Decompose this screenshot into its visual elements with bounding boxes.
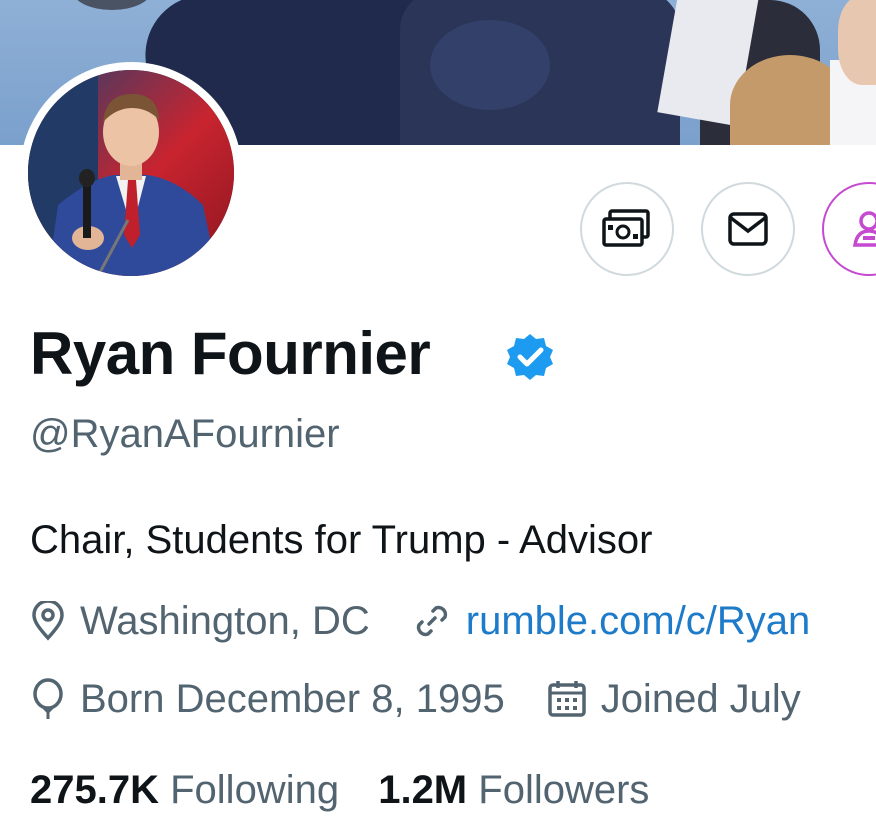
tip-button[interactable] [580, 182, 674, 276]
avatar[interactable] [20, 62, 242, 284]
followers-label: Followers [478, 768, 650, 812]
balloon-icon [33, 678, 63, 719]
following-count: 275.7K [30, 768, 159, 812]
profile-handle: @RyanAFournier [30, 412, 340, 456]
subscribe-button[interactable] [822, 182, 876, 276]
website-link[interactable]: rumble.com/c/Ryan [466, 596, 811, 646]
location-item: Washington, DC [30, 596, 370, 646]
message-button[interactable] [701, 182, 795, 276]
verified-badge-icon[interactable] [505, 332, 555, 382]
following-link[interactable]: 275.7K Following [30, 768, 350, 812]
website-item[interactable]: rumble.com/c/Ryan [412, 596, 811, 646]
envelope-icon [728, 212, 768, 246]
avatar-image [28, 70, 234, 276]
calendar-icon [547, 681, 586, 717]
following-label: Following [170, 768, 340, 812]
tip-money-icon [602, 209, 650, 247]
birthday-text: Born December 8, 1995 [80, 677, 505, 721]
subscribe-person-icon [852, 211, 876, 247]
followers-link[interactable]: 1.2M Followers [378, 768, 649, 812]
location-text: Washington, DC [80, 599, 370, 643]
joined-item: Joined July [547, 674, 801, 724]
profile-page: Ryan Fournier @RyanAFournier Chair, Stud… [0, 0, 876, 819]
birthday-item: Born December 8, 1995 [30, 674, 505, 724]
profile-meta-row: Washington, DC rumble.com/c/Ryan [30, 596, 852, 646]
joined-text: Joined July [600, 677, 801, 721]
profile-name: Ryan Fournier [30, 320, 431, 387]
profile-meta-row: Born December 8, 1995 Joined July [30, 674, 843, 724]
profile-bio: Chair, Students for Trump - Advisor [30, 518, 653, 562]
profile-stats: 275.7K Following 1.2M Followers [30, 765, 677, 815]
followers-count: 1.2M [378, 768, 468, 812]
link-icon [416, 605, 447, 637]
location-pin-icon [32, 601, 64, 641]
